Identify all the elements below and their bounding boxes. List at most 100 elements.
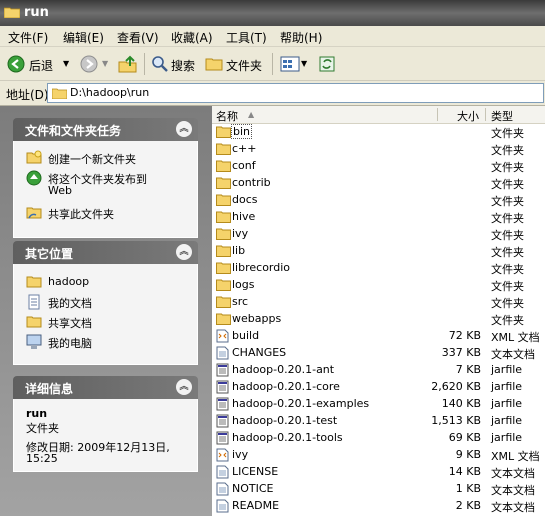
file-row[interactable]: CHANGES 337 KB 文本文档 <box>212 344 545 361</box>
details-body: run 文件夹 修改日期: 2009年12月13日, 15:25 <box>13 399 198 472</box>
menu-tools[interactable]: 工具(T) <box>226 29 267 46</box>
folders-icon <box>205 58 223 71</box>
back-button[interactable]: 后退 ▼ <box>7 54 72 74</box>
file-type: jarfile <box>491 397 523 410</box>
file-size: 2,620 KB <box>431 380 481 393</box>
file-row[interactable]: src 文件夹 <box>212 293 545 310</box>
menu-edit[interactable]: 编辑(E) <box>63 29 104 46</box>
toolbar: 后退 ▼ ▼ 搜索 文件夹 ▼ <box>0 47 545 81</box>
details-header[interactable]: 详细信息 ︽ <box>13 376 198 399</box>
folder-icon <box>216 193 231 209</box>
file-type: XML 文档 <box>491 450 540 463</box>
address-bar: 地址(D) D:\hadoop\run <box>0 81 545 106</box>
address-label: 地址(D) <box>6 88 49 102</box>
file-row[interactable]: conf 文件夹 <box>212 157 545 174</box>
forward-dropdown-icon[interactable]: ▼ <box>102 59 108 68</box>
file-type: XML 文档 <box>491 331 540 344</box>
toolbar-separator <box>144 53 145 75</box>
back-label: 后退 <box>29 59 54 73</box>
menu-view[interactable]: 查看(V) <box>117 29 159 46</box>
search-button[interactable]: 搜索 <box>151 54 201 74</box>
menu-favorites[interactable]: 收藏(A) <box>171 29 213 46</box>
file-row[interactable]: docs 文件夹 <box>212 191 545 208</box>
file-row[interactable]: hadoop-0.20.1-core 2,620 KB jarfile <box>212 378 545 395</box>
file-list-pane: 名称 ▲ 大小 类型 bin 文件夹 c++ 文件夹 conf 文件夹 contrib 文件夹… <box>212 106 545 516</box>
file-row[interactable]: NOTICE 1 KB 文本文档 <box>212 480 545 497</box>
file-type: jarfile <box>491 363 523 376</box>
collapse-icon[interactable]: ︽ <box>176 244 192 260</box>
other-places-header[interactable]: 其它位置 ︽ <box>13 241 198 264</box>
file-type: 文件夹 <box>491 127 524 140</box>
file-name: ivy <box>232 448 249 461</box>
folder-icon <box>216 261 231 277</box>
file-row[interactable]: librecordio 文件夹 <box>212 259 545 276</box>
file-name: docs <box>232 193 258 206</box>
file-row[interactable]: hadoop-0.20.1-tools 69 KB jarfile <box>212 429 545 446</box>
folder-icon <box>216 227 231 243</box>
views-dropdown-icon[interactable]: ▼ <box>301 59 307 68</box>
file-row[interactable]: contrib 文件夹 <box>212 174 545 191</box>
file-row[interactable]: bin 文件夹 <box>212 123 545 140</box>
file-type: 文件夹 <box>491 263 524 276</box>
file-row[interactable]: hadoop-0.20.1-examples 140 KB jarfile <box>212 395 545 412</box>
file-row[interactable]: hadoop-0.20.1-ant 7 KB jarfile <box>212 361 545 378</box>
address-path: D:\hadoop\run <box>70 86 150 99</box>
views-button[interactable]: ▼ <box>280 54 310 74</box>
file-tasks-body: 创建一个新文件夹 将这个文件夹发布到 Web 共享此文件夹 <box>13 141 198 238</box>
file-name: LICENSE <box>232 465 279 478</box>
file-row[interactable]: LICENSE 14 KB 文本文档 <box>212 463 545 480</box>
up-folder-icon <box>118 55 137 73</box>
toolbar-separator <box>272 53 273 75</box>
file-row[interactable]: logs 文件夹 <box>212 276 545 293</box>
text-file-icon <box>216 499 229 516</box>
file-tasks-header[interactable]: 文件和文件夹任务 ︽ <box>13 118 198 141</box>
forward-button[interactable]: ▼ <box>80 54 115 74</box>
folders-button[interactable]: 文件夹 <box>205 54 265 74</box>
back-arrow-icon <box>7 55 25 73</box>
file-list: bin 文件夹 c++ 文件夹 conf 文件夹 contrib 文件夹 docs 文件夹 hive… <box>212 123 545 514</box>
sync-icon <box>319 56 335 72</box>
file-row[interactable]: c++ 文件夹 <box>212 140 545 157</box>
other-places-panel: 其它位置 ︽ hadoop 我的文档 共享文档 我的电脑 <box>13 241 198 365</box>
file-tasks-title: 文件和文件夹任务 <box>25 124 122 138</box>
column-header: 名称 ▲ 大小 类型 <box>212 106 545 124</box>
sync-button[interactable] <box>318 54 338 74</box>
column-divider[interactable] <box>437 108 438 121</box>
file-type: 文件夹 <box>491 178 524 191</box>
place-shared-documents-label: 共享文档 <box>48 317 92 330</box>
collapse-icon[interactable]: ︽ <box>176 121 192 137</box>
column-divider[interactable] <box>485 108 486 121</box>
file-row[interactable]: hive 文件夹 <box>212 208 545 225</box>
folder-icon <box>216 278 231 294</box>
file-size: 7 KB <box>455 363 481 376</box>
file-name: hadoop-0.20.1-tools <box>232 431 343 444</box>
forward-arrow-icon <box>80 55 98 73</box>
file-name: README <box>232 499 280 512</box>
menu-help[interactable]: 帮助(H) <box>280 29 322 46</box>
menu-file[interactable]: 文件(F) <box>8 29 48 46</box>
file-row[interactable]: lib 文件夹 <box>212 242 545 259</box>
column-type[interactable]: 类型 <box>491 108 513 124</box>
publish-web-icon <box>26 170 42 186</box>
up-folder-button[interactable] <box>118 54 140 74</box>
back-dropdown-icon[interactable]: ▼ <box>63 59 69 68</box>
column-size[interactable]: 大小 <box>457 108 479 124</box>
folder-icon <box>216 210 231 226</box>
file-row[interactable]: README 2 KB 文本文档 <box>212 497 545 514</box>
file-size: 2 KB <box>455 499 481 512</box>
collapse-icon[interactable]: ︽ <box>176 379 192 395</box>
address-input[interactable]: D:\hadoop\run <box>47 83 544 103</box>
file-row[interactable]: ivy 9 KB XML 文档 <box>212 446 545 463</box>
file-row[interactable]: hadoop-0.20.1-test 1,513 KB jarfile <box>212 412 545 429</box>
views-icon <box>280 56 300 72</box>
file-row[interactable]: webapps 文件夹 <box>212 310 545 327</box>
file-row[interactable]: ivy 文件夹 <box>212 225 545 242</box>
new-folder-icon <box>26 150 42 164</box>
folder-icon <box>216 125 231 141</box>
details-name: run <box>26 407 48 420</box>
folder-icon <box>4 7 20 18</box>
file-name: NOTICE <box>232 482 274 495</box>
folder-icon <box>216 244 231 260</box>
file-row[interactable]: build 72 KB XML 文档 <box>212 327 545 344</box>
column-name[interactable]: 名称 <box>216 108 238 124</box>
